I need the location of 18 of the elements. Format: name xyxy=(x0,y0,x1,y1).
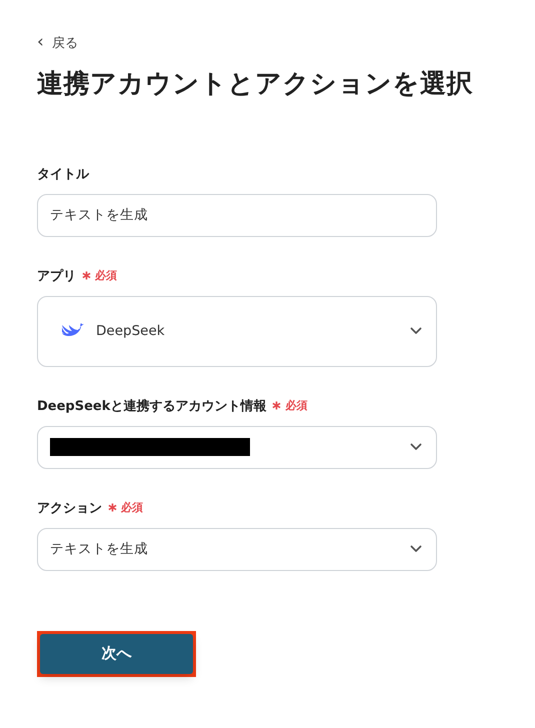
required-label: 必須 xyxy=(95,268,117,283)
field-label: タイトル xyxy=(37,166,89,182)
field-label: DeepSeekと連携するアカウント情報 xyxy=(37,398,266,414)
chevron-down-icon xyxy=(410,327,422,335)
back-link[interactable]: ‹ 戻る xyxy=(37,34,78,52)
field-label: アクション xyxy=(37,500,102,516)
title-input-field[interactable]: テキストを生成 xyxy=(37,194,437,236)
required-label: 必須 xyxy=(285,398,308,413)
chevron-down-icon xyxy=(410,443,422,451)
chevron-down-icon xyxy=(410,545,422,553)
chevron-left-icon: ‹ xyxy=(37,34,44,51)
required-label: 必須 xyxy=(121,500,143,515)
app-select[interactable]: DeepSeek xyxy=(37,296,437,366)
action-select[interactable]: テキストを生成 xyxy=(37,528,437,570)
account-select[interactable] xyxy=(37,426,437,468)
field-label: アプリ xyxy=(37,268,76,284)
page-title: 連携アカウントとアクションを選択 xyxy=(37,68,474,100)
next-button[interactable]: 次へ xyxy=(40,634,193,674)
